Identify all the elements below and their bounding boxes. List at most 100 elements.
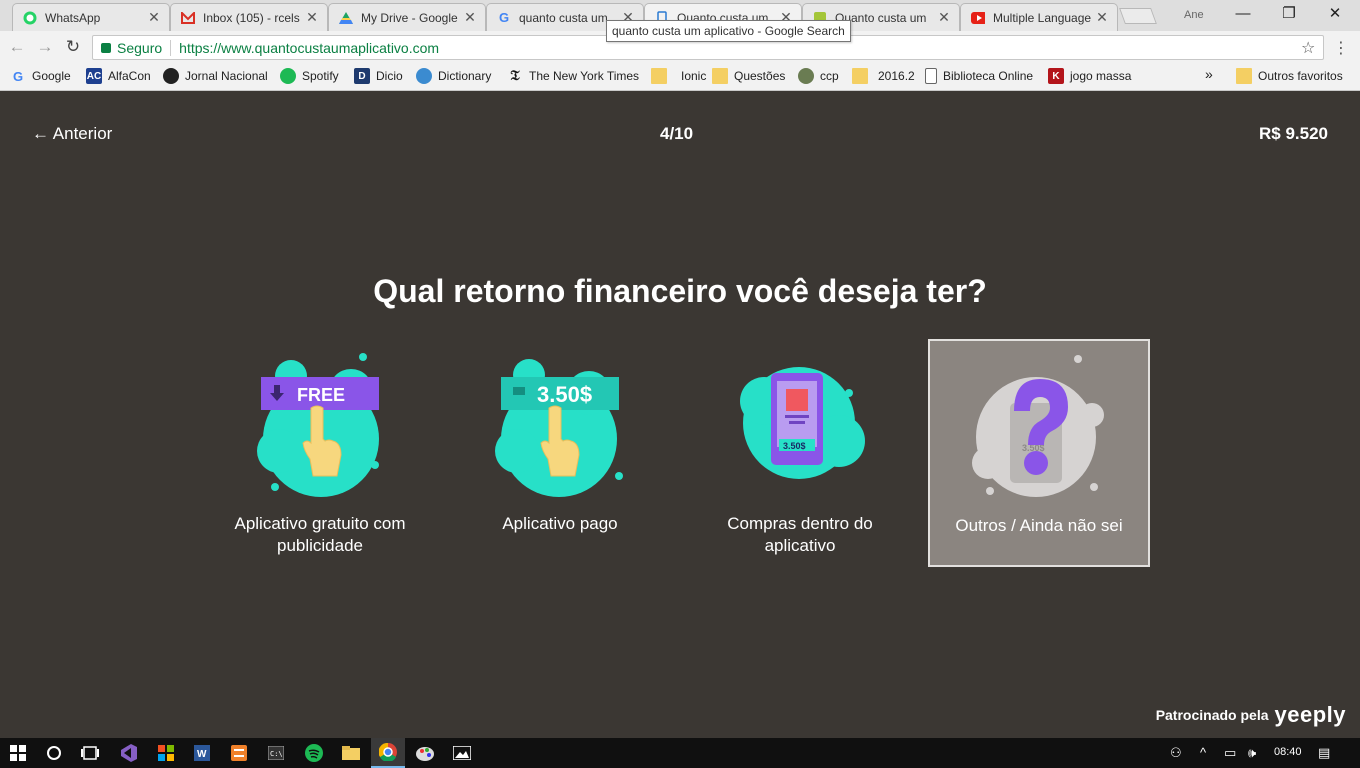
tab-gmail[interactable]: Inbox (105) - rcels ✕ bbox=[170, 3, 328, 31]
option-label: Compras dentro do aplicativo bbox=[727, 514, 873, 555]
chrome-taskbar-icon[interactable] bbox=[371, 738, 405, 768]
close-icon[interactable]: ✕ bbox=[305, 9, 319, 26]
sponsor-text: Patrocinado pela bbox=[1155, 707, 1269, 723]
office-tile-icon[interactable] bbox=[156, 743, 176, 763]
svg-text:C:\: C:\ bbox=[270, 750, 283, 758]
star-icon[interactable]: ☆ bbox=[1301, 38, 1315, 58]
cmd-icon[interactable]: C:\ bbox=[266, 743, 286, 763]
price-total: R$ 9.520 bbox=[1259, 124, 1328, 143]
tab-label: Inbox (105) - rcels bbox=[203, 10, 300, 25]
option-label: Aplicativo pago bbox=[502, 514, 618, 533]
bookmark-nyt[interactable]: 𝔗 The New York Times bbox=[507, 68, 639, 84]
bookmark-2016-2[interactable]: 2016.2 bbox=[852, 68, 915, 84]
badge-text: FREE bbox=[297, 385, 345, 405]
whatsapp-icon bbox=[23, 11, 37, 25]
folder-icon bbox=[852, 68, 868, 84]
option-label: Outros / Ainda não sei bbox=[955, 516, 1123, 535]
word-icon[interactable]: W bbox=[192, 743, 212, 763]
folder-icon bbox=[651, 68, 667, 84]
back-link[interactable]: ← Anterior bbox=[32, 124, 112, 144]
bookmark-jornal-nacional[interactable]: Jornal Nacional bbox=[163, 68, 268, 84]
badge-text: 3.50$ bbox=[783, 441, 806, 451]
sublime-icon[interactable] bbox=[229, 743, 249, 763]
bookmarks-bar: G Google AC AlfaCon Jornal Nacional Spotif… bbox=[0, 63, 1360, 91]
volume-icon[interactable]: 🕪 bbox=[1248, 745, 1256, 761]
bookmark-jogo-massa[interactable]: Kjogo massa bbox=[1048, 68, 1131, 84]
tab-whatsapp[interactable]: WhatsApp ✕ bbox=[12, 3, 170, 31]
windows-start-icon[interactable] bbox=[8, 743, 28, 763]
bookmark-questoes[interactable]: Questões bbox=[712, 68, 785, 84]
url-text[interactable]: https://www.quantocustaumaplicativo.com bbox=[179, 40, 439, 56]
spotify-icon[interactable] bbox=[304, 743, 324, 763]
restore-icon[interactable]: ❐ bbox=[1268, 2, 1310, 26]
new-tab-button[interactable] bbox=[1119, 8, 1157, 24]
window-close-icon[interactable]: ✕ bbox=[1314, 2, 1356, 26]
chevron-up-icon[interactable]: ^ bbox=[1200, 745, 1206, 760]
close-icon[interactable]: ✕ bbox=[1095, 9, 1109, 26]
people-icon[interactable]: ⚇ bbox=[1170, 745, 1182, 761]
forward-arrow-icon[interactable]: → bbox=[34, 37, 56, 57]
google-icon: G bbox=[12, 68, 24, 84]
action-center-icon[interactable]: ▤ bbox=[1318, 745, 1330, 761]
profile-name[interactable]: Ane bbox=[1184, 9, 1204, 21]
bookmark-google[interactable]: G Google bbox=[10, 68, 71, 84]
close-icon[interactable]: ✕ bbox=[463, 9, 477, 26]
option-paid-app[interactable]: 3.50$ Aplicativo pago bbox=[449, 339, 671, 567]
secure-label: Seguro bbox=[117, 39, 163, 56]
paint-icon[interactable] bbox=[415, 743, 435, 763]
kebab-menu-icon[interactable]: ⋮ bbox=[1333, 38, 1349, 58]
tab-label: WhatsApp bbox=[45, 10, 101, 25]
back-arrow-icon[interactable]: ← bbox=[6, 37, 28, 57]
sponsor-credit[interactable]: Patrocinado pela yeeply bbox=[1156, 702, 1346, 728]
visual-studio-icon[interactable] bbox=[118, 743, 138, 763]
quiz-page: ← Anterior 4/10 R$ 9.520 Qual retorno fi… bbox=[0, 91, 1360, 738]
tab-label: Multiple Language bbox=[993, 10, 1092, 25]
close-icon[interactable]: ✕ bbox=[147, 9, 161, 26]
globe-icon bbox=[416, 68, 432, 84]
folder-icon bbox=[712, 68, 728, 84]
reload-icon[interactable]: ↻ bbox=[62, 37, 84, 57]
crest-icon bbox=[798, 68, 814, 84]
question-title: Qual retorno financeiro você deseja ter? bbox=[373, 273, 987, 309]
svg-text:W: W bbox=[197, 749, 207, 760]
bookmark-alfacon[interactable]: AC AlfaCon bbox=[86, 68, 151, 84]
yeeply-logo[interactable]: yeeply bbox=[1275, 702, 1347, 728]
bookmark-other[interactable]: Outros favoritos bbox=[1236, 68, 1343, 84]
globo-icon bbox=[163, 68, 179, 84]
alfacon-icon: AC bbox=[86, 68, 102, 84]
gmail-icon bbox=[181, 11, 195, 25]
option-other-not-sure[interactable]: 3.50$ Outros / Ainda não sei bbox=[928, 339, 1150, 567]
tab-label: My Drive - Google bbox=[361, 10, 458, 25]
network-icon[interactable]: ▭ bbox=[1224, 745, 1236, 761]
taskbar-clock[interactable]: 08:40 bbox=[1274, 746, 1302, 758]
cortana-icon[interactable] bbox=[44, 743, 64, 763]
drive-icon bbox=[339, 11, 353, 25]
google-icon: G bbox=[498, 10, 510, 25]
step-counter: 4/10 bbox=[660, 124, 694, 143]
paid-hand-icon: 3.50$ bbox=[495, 359, 623, 497]
page-icon bbox=[925, 68, 937, 84]
bookmark-spotify[interactable]: Spotify bbox=[280, 68, 339, 84]
free-hand-icon: FREE bbox=[257, 353, 379, 497]
bookmark-ccp[interactable]: ccp bbox=[798, 68, 839, 84]
bookmark-ionic[interactable]: Ionic bbox=[651, 68, 706, 84]
option-in-app-purchases[interactable]: 3.50$ Compras dentro do aplicativo bbox=[689, 339, 911, 567]
option-label: Aplicativo gratuito com publicidade bbox=[234, 514, 406, 555]
youtube-icon bbox=[971, 11, 985, 25]
file-explorer-icon[interactable] bbox=[341, 743, 361, 763]
tab-youtube[interactable]: Multiple Language ✕ bbox=[960, 3, 1118, 31]
bookmark-biblioteca[interactable]: Biblioteca Online bbox=[925, 68, 1033, 84]
bookmark-dicio[interactable]: D Dicio bbox=[354, 68, 403, 84]
option-free-with-ads[interactable]: FREE Aplicativo gratuito com publicidade bbox=[209, 339, 431, 567]
lock-icon bbox=[101, 42, 111, 53]
bookmark-dictionary[interactable]: Dictionary bbox=[416, 68, 491, 84]
minimize-icon[interactable]: — bbox=[1222, 2, 1264, 26]
phone-purchase-icon: 3.50$ bbox=[740, 367, 865, 479]
tab-drive[interactable]: My Drive - Google ✕ bbox=[328, 3, 486, 31]
photos-icon[interactable] bbox=[452, 743, 472, 763]
close-icon[interactable]: ✕ bbox=[937, 9, 951, 26]
spotify-icon bbox=[280, 68, 296, 84]
k-icon: K bbox=[1048, 68, 1064, 84]
task-view-icon[interactable] bbox=[80, 743, 100, 763]
more-bookmarks-button[interactable]: » bbox=[1205, 66, 1213, 82]
